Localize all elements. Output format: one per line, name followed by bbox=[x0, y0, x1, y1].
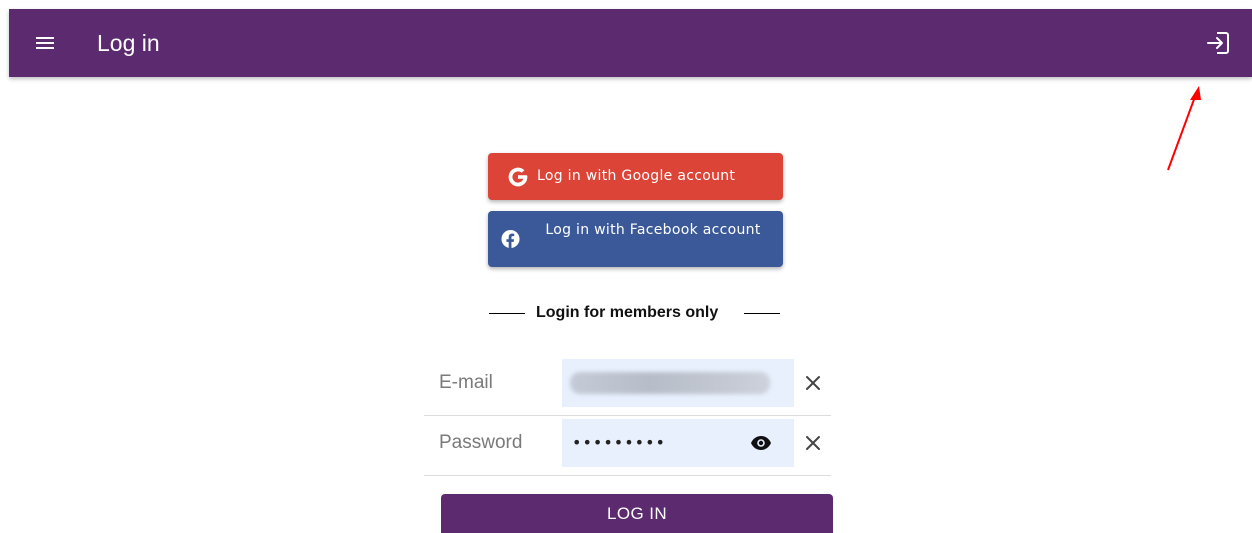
email-row: E-mail bbox=[424, 355, 831, 416]
password-clear-icon[interactable] bbox=[804, 434, 822, 452]
email-field[interactable] bbox=[562, 359, 794, 407]
password-value: ••••••••• bbox=[572, 433, 666, 452]
log-in-button[interactable]: LOG IN bbox=[441, 494, 833, 533]
google-login-button[interactable]: Log in with Google account bbox=[488, 153, 783, 200]
eye-icon[interactable] bbox=[750, 435, 772, 451]
facebook-login-label: Log in with Facebook account bbox=[545, 222, 761, 238]
facebook-icon bbox=[501, 229, 520, 249]
email-value-redacted bbox=[570, 372, 770, 394]
password-row: Password ••••••••• bbox=[424, 415, 831, 476]
members-separator: Login for members only bbox=[488, 303, 783, 323]
google-icon bbox=[508, 167, 528, 187]
app-bar: Log in bbox=[9, 9, 1252, 77]
page-title: Log in bbox=[97, 30, 160, 56]
separator-line-right bbox=[744, 313, 780, 314]
google-login-label: Log in with Google account bbox=[537, 168, 736, 184]
password-label: Password bbox=[439, 432, 523, 453]
login-icon[interactable] bbox=[1205, 29, 1231, 57]
menu-icon[interactable] bbox=[33, 31, 57, 55]
facebook-login-button[interactable]: Log in with Facebook account bbox=[488, 211, 783, 267]
email-clear-icon[interactable] bbox=[804, 374, 822, 392]
separator-label: Login for members only bbox=[536, 304, 719, 321]
separator-line-left bbox=[489, 313, 525, 314]
password-field[interactable]: ••••••••• bbox=[562, 419, 794, 467]
email-label: E-mail bbox=[439, 372, 493, 393]
